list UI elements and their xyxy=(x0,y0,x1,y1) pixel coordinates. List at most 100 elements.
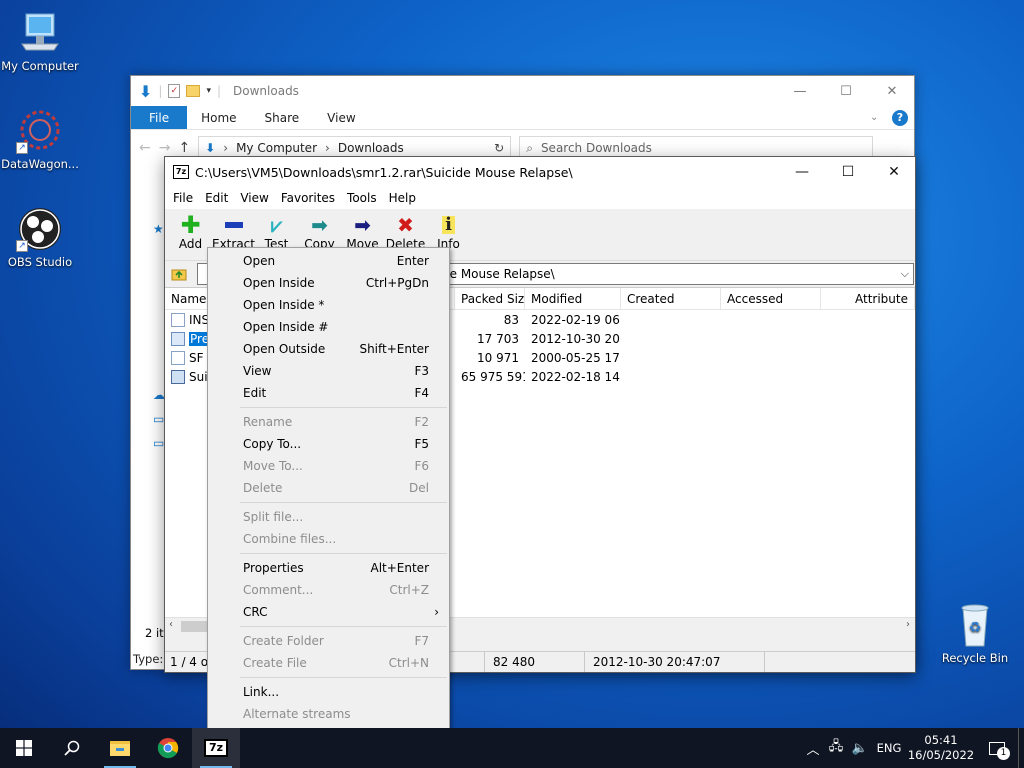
menu-item-properties[interactable]: Properties Alt+Enter xyxy=(208,557,449,579)
menu-item-open-inside[interactable]: Open Inside Ctrl+PgDn xyxy=(208,272,449,294)
show-desktop-button[interactable] xyxy=(1018,728,1024,768)
search-button[interactable] xyxy=(48,728,96,768)
column-accessed[interactable]: Accessed xyxy=(721,288,821,309)
menu-separator xyxy=(240,677,447,678)
refresh-icon[interactable]: ↻ xyxy=(494,141,504,155)
menu-item-combine-files[interactable]: Combine files... xyxy=(208,528,449,550)
explorer-maximize-button[interactable]: ☐ xyxy=(823,76,869,106)
start-button[interactable] xyxy=(0,728,48,768)
help-icon[interactable]: ? xyxy=(892,106,914,129)
extract-icon xyxy=(222,213,246,237)
menu-item-open[interactable]: Open Enter xyxy=(208,250,449,272)
menu-favorites[interactable]: Favorites xyxy=(275,191,341,205)
column-created[interactable]: Created xyxy=(621,288,721,309)
desktop-icon-my-computer[interactable]: My Computer xyxy=(0,10,80,73)
explorer-minimize-button[interactable]: — xyxy=(777,76,823,106)
menu-help[interactable]: Help xyxy=(383,191,422,205)
row-packed: 83 xyxy=(503,312,519,327)
7zip-logo-icon: 7z xyxy=(173,165,189,179)
taskbar-chrome[interactable] xyxy=(144,728,192,768)
file-explorer-icon xyxy=(110,741,130,756)
menu-item-split-file[interactable]: Split file... xyxy=(208,506,449,528)
notification-center-button[interactable]: 1 xyxy=(976,728,1018,768)
menu-item-open-outside[interactable]: Open Outside Shift+Enter xyxy=(208,338,449,360)
copy-icon: ➡ xyxy=(311,213,328,237)
menu-item-alternate-streams[interactable]: Alternate streams xyxy=(208,703,449,725)
explorer-title: Downloads xyxy=(233,84,299,98)
column-packed-size[interactable]: Packed Size xyxy=(455,288,525,309)
menu-item-create-file[interactable]: Create File Ctrl+N xyxy=(208,652,449,674)
show-hidden-icons-chevron-icon[interactable]: ︿ xyxy=(802,739,824,758)
menu-item-label: Move To... xyxy=(243,459,303,473)
menu-item-delete[interactable]: Delete Del xyxy=(208,477,449,499)
column-attributes[interactable]: Attribute xyxy=(821,288,915,309)
scroll-left-icon[interactable]: ‹ xyxy=(169,619,173,630)
menu-item-view[interactable]: View F3 xyxy=(208,360,449,382)
desktop-icon-recycle-bin[interactable]: ♻ Recycle Bin xyxy=(935,602,1015,665)
ribbon-expand-icon[interactable]: ⌄ xyxy=(870,106,892,129)
status-size: 82 480 xyxy=(485,652,585,672)
menu-item-open-inside-star[interactable]: Open Inside * xyxy=(208,294,449,316)
menu-item-label: Open Inside * xyxy=(243,298,325,312)
breadcrumb-item[interactable]: My Computer xyxy=(236,141,317,155)
explorer-close-button[interactable]: ✕ xyxy=(869,76,915,106)
menu-tools[interactable]: Tools xyxy=(341,191,383,205)
up-icon[interactable]: ↑ xyxy=(178,140,190,156)
menu-item-comment[interactable]: Comment... Ctrl+Z xyxy=(208,579,449,601)
row-modified: 2000-05-25 17:14 xyxy=(531,350,621,365)
scroll-right-icon[interactable]: › xyxy=(906,619,910,630)
row-packed: 17 703 xyxy=(477,331,519,346)
status-spacer xyxy=(445,652,485,672)
computer-icon xyxy=(16,10,64,56)
status-modified: 2012-10-30 20:47:07 xyxy=(585,652,765,672)
menu-view[interactable]: View xyxy=(234,191,274,205)
menu-item-copy-to[interactable]: Copy To... F5 xyxy=(208,433,449,455)
menu-item-crc[interactable]: CRC › xyxy=(208,601,449,623)
taskbar-file-explorer[interactable] xyxy=(96,728,144,768)
ribbon-tab-file[interactable]: File xyxy=(131,106,188,129)
forward-icon[interactable]: → xyxy=(159,140,171,156)
menu-item-label: Create Folder xyxy=(243,634,324,648)
menu-item-label: Copy To... xyxy=(243,437,302,451)
7zip-minimize-button[interactable]: — xyxy=(779,157,825,187)
desktop-icon-obs[interactable]: ↗ OBS Studio xyxy=(0,206,80,269)
taskbar-7zip[interactable]: 7z xyxy=(192,728,240,768)
desktop-icon-datawagon[interactable]: ↗ DataWagon... xyxy=(0,108,80,171)
info-icon: i xyxy=(437,213,461,237)
menu-item-link[interactable]: Link... xyxy=(208,681,449,703)
menu-separator xyxy=(240,553,447,554)
menu-item-edit[interactable]: Edit F4 xyxy=(208,382,449,404)
volume-icon[interactable]: 🔈 xyxy=(848,741,872,756)
menu-item-shortcut: Enter xyxy=(396,254,429,268)
add-button[interactable]: ✚ Add xyxy=(169,209,212,260)
clock[interactable]: 05:41 16/05/2022 xyxy=(906,733,976,763)
properties-icon[interactable]: ✓ xyxy=(168,84,181,98)
ribbon-tab-share[interactable]: Share xyxy=(251,106,314,129)
context-menu[interactable]: Open Enter Open Inside Ctrl+PgDn Open Insi… xyxy=(207,247,450,729)
menu-item-create-folder[interactable]: Create Folder F7 xyxy=(208,630,449,652)
menu-file[interactable]: File xyxy=(167,191,199,205)
menu-item-rename[interactable]: Rename F2 xyxy=(208,411,449,433)
recycle-bin-icon: ♻ xyxy=(951,602,999,648)
menu-edit[interactable]: Edit xyxy=(199,191,234,205)
ribbon-tab-view[interactable]: View xyxy=(313,106,369,129)
chevron-down-icon[interactable]: ⌵ xyxy=(901,264,909,284)
menu-item-shortcut: Ctrl+PgDn xyxy=(365,276,429,290)
network-icon[interactable]: 🖧 xyxy=(824,737,848,759)
new-folder-icon[interactable] xyxy=(186,85,201,97)
column-modified[interactable]: Modified xyxy=(525,288,621,309)
breadcrumb-item[interactable]: Downloads xyxy=(338,141,404,155)
language-indicator[interactable]: ENG xyxy=(872,741,906,755)
download-arrow-icon: ⬇ xyxy=(139,81,153,101)
customize-dropdown-icon[interactable]: ▾ xyxy=(206,86,211,96)
download-arrow-icon: ⬇ xyxy=(205,141,216,155)
menu-item-open-inside-hash[interactable]: Open Inside # xyxy=(208,316,449,338)
menu-item-move-to[interactable]: Move To... F6 xyxy=(208,455,449,477)
folder-up-icon[interactable] xyxy=(168,263,190,285)
7zip-maximize-button[interactable]: ☐ xyxy=(825,157,871,187)
explorer-status-text: Type: xyxy=(133,652,164,666)
start-icon xyxy=(16,740,32,756)
ribbon-tab-home[interactable]: Home xyxy=(187,106,250,129)
back-icon[interactable]: ← xyxy=(139,140,151,156)
7zip-close-button[interactable]: ✕ xyxy=(871,157,917,187)
